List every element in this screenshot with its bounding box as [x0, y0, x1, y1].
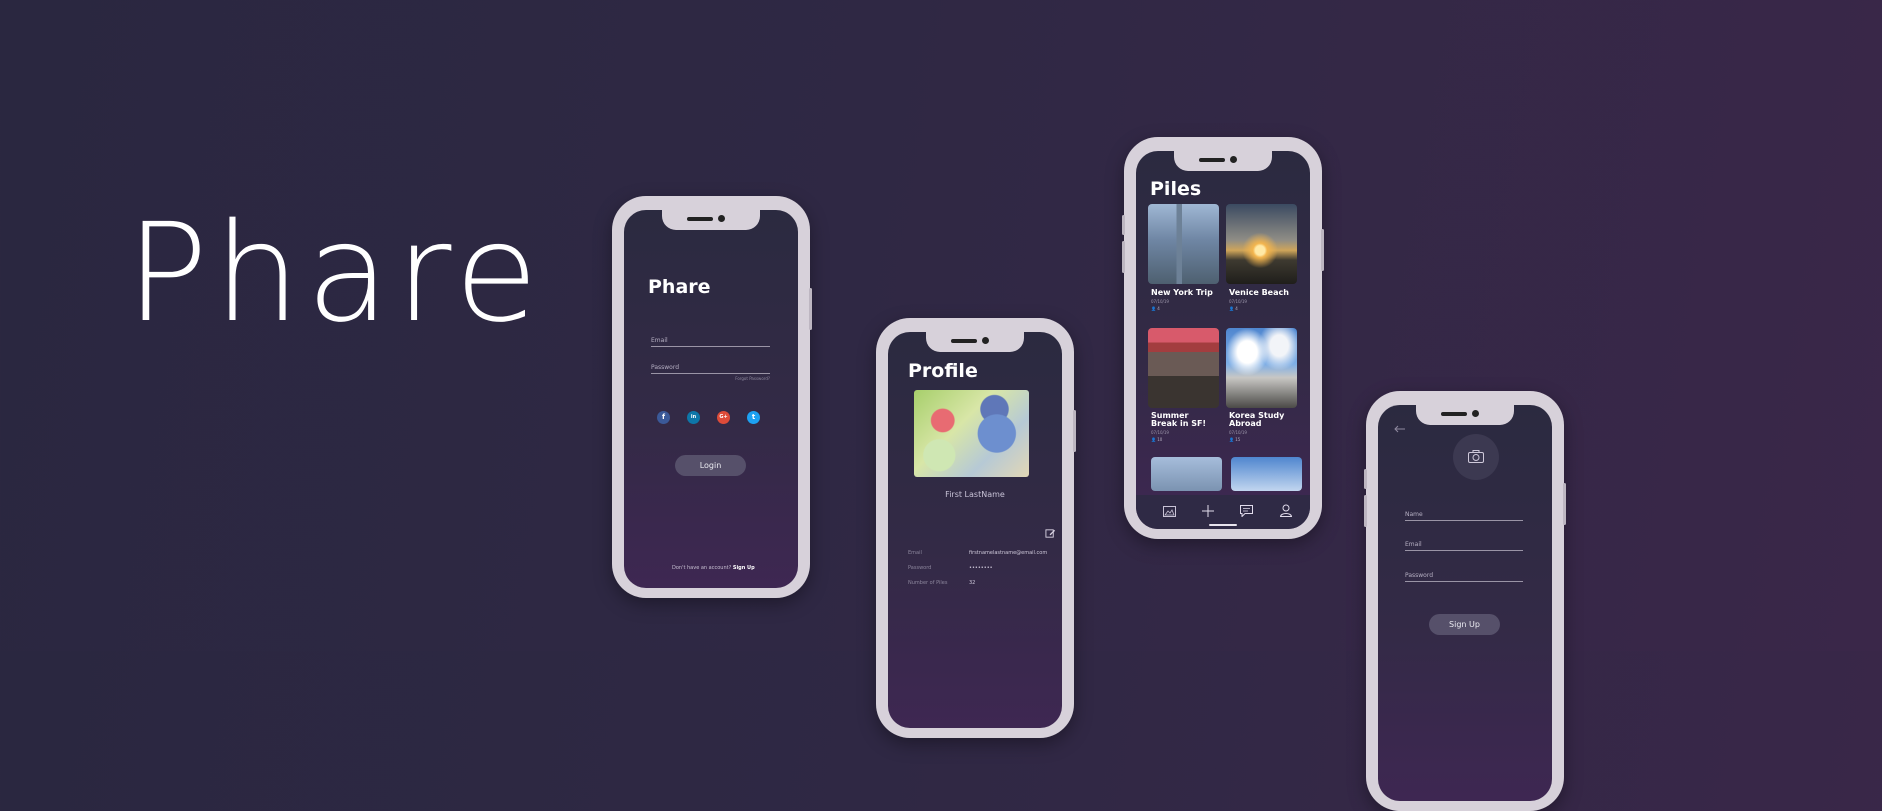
- password-row-label: Password: [908, 565, 932, 571]
- chat-icon[interactable]: [1240, 505, 1253, 517]
- email-row-label: Email: [908, 550, 922, 556]
- login-button[interactable]: Login: [675, 455, 746, 476]
- pile-card-count: 👤 15: [1229, 437, 1241, 442]
- name-field-label: Name: [1405, 511, 1423, 518]
- phone-side-button: [1122, 215, 1125, 235]
- piles-count-row-value: 32: [969, 580, 976, 586]
- piles-title: Piles: [1150, 178, 1202, 200]
- forgot-password-link[interactable]: Forgot Password?: [735, 376, 770, 381]
- pile-card-date: 07/10/19: [1151, 430, 1169, 435]
- phone-side-button: [1321, 229, 1324, 271]
- login-title: Phare: [648, 276, 711, 298]
- piles-count-row-label: Number of Piles: [908, 580, 948, 586]
- facebook-icon[interactable]: f: [657, 411, 670, 424]
- pile-card-title[interactable]: Venice Beach: [1229, 289, 1297, 297]
- phone-side-button: [1364, 495, 1367, 527]
- profile-phone: Profile First LastName Email firstnamela…: [876, 318, 1076, 738]
- phone-side-button: [1122, 241, 1125, 273]
- edit-icon[interactable]: [1045, 528, 1056, 539]
- login-phone: Phare Email Password Forgot Password? f …: [612, 196, 812, 598]
- bottom-nav: [1136, 495, 1310, 529]
- email-row-value: firstnamelastname@email.com: [969, 550, 1048, 556]
- profile-photo: [914, 390, 1029, 477]
- pile-card-image[interactable]: [1151, 457, 1222, 491]
- email-field-label: Email: [1405, 541, 1422, 548]
- password-field[interactable]: Password: [1405, 567, 1523, 582]
- sign-up-link[interactable]: Sign Up: [733, 565, 755, 571]
- password-field[interactable]: Password: [651, 359, 770, 374]
- home-indicator: [1209, 524, 1237, 526]
- signup-button[interactable]: Sign Up: [1429, 614, 1500, 635]
- name-field[interactable]: Name: [1405, 506, 1523, 521]
- twitter-icon[interactable]: t: [747, 411, 760, 424]
- login-screen: Phare Email Password Forgot Password? f …: [624, 210, 798, 588]
- brand-title: Phare: [126, 195, 545, 353]
- pile-card-image[interactable]: [1148, 328, 1219, 408]
- camera-icon: [1468, 450, 1484, 463]
- email-field[interactable]: Email: [1405, 536, 1523, 551]
- pile-card-image[interactable]: [1226, 328, 1297, 408]
- pile-card-date: 07/10/19: [1229, 430, 1247, 435]
- email-field-label: Email: [651, 337, 668, 344]
- pile-card-title[interactable]: Korea Study Abroad: [1229, 412, 1291, 428]
- phone-side-button: [1563, 483, 1566, 525]
- pile-card-image[interactable]: [1226, 204, 1297, 284]
- pile-card-count: 👤 4: [1229, 306, 1238, 311]
- pile-card-title[interactable]: New York Trip: [1151, 289, 1219, 297]
- pile-card-date: 07/10/19: [1229, 299, 1247, 304]
- phone-side-button: [1364, 469, 1367, 489]
- phone-side-button: [809, 288, 812, 330]
- password-field-label: Password: [1405, 572, 1434, 579]
- piles-phone: Piles New York Trip 07/10/19 👤 4 Venice …: [1122, 137, 1324, 539]
- password-row-value: ••••••••: [969, 565, 993, 571]
- pile-card-count: 👤 10: [1151, 437, 1163, 442]
- pile-card-image[interactable]: [1231, 457, 1302, 491]
- piles-screen: Piles New York Trip 07/10/19 👤 4 Venice …: [1136, 151, 1310, 529]
- sign-up-prompt: Don't have an account? Sign Up: [672, 565, 755, 571]
- phone-notch: [926, 332, 1024, 352]
- plus-icon[interactable]: [1202, 505, 1214, 517]
- google-plus-icon[interactable]: G+: [717, 411, 730, 424]
- phone-notch: [662, 210, 760, 230]
- linkedin-icon[interactable]: in: [687, 411, 700, 424]
- no-account-text: Don't have an account?: [672, 565, 732, 571]
- password-field-label: Password: [651, 364, 680, 371]
- pile-card-image[interactable]: [1148, 204, 1219, 284]
- phone-side-button: [1073, 410, 1076, 452]
- image-icon[interactable]: [1163, 506, 1176, 517]
- signup-phone: Name Email Password Sign Up: [1364, 391, 1566, 811]
- profile-name: First LastName: [945, 490, 1005, 499]
- profile-title: Profile: [908, 360, 978, 382]
- profile-screen: Profile First LastName Email firstnamela…: [888, 332, 1062, 728]
- user-icon[interactable]: [1280, 504, 1292, 517]
- pile-card-title[interactable]: Summer Break in SF!: [1151, 412, 1213, 428]
- photo-upload-button[interactable]: [1453, 434, 1499, 480]
- back-arrow-icon[interactable]: [1394, 425, 1406, 433]
- email-field[interactable]: Email: [651, 332, 770, 347]
- phone-notch: [1174, 151, 1272, 171]
- pile-card-date: 07/10/19: [1151, 299, 1169, 304]
- signup-screen: Name Email Password Sign Up: [1378, 405, 1552, 801]
- pile-card-count: 👤 4: [1151, 306, 1160, 311]
- phone-notch: [1416, 405, 1514, 425]
